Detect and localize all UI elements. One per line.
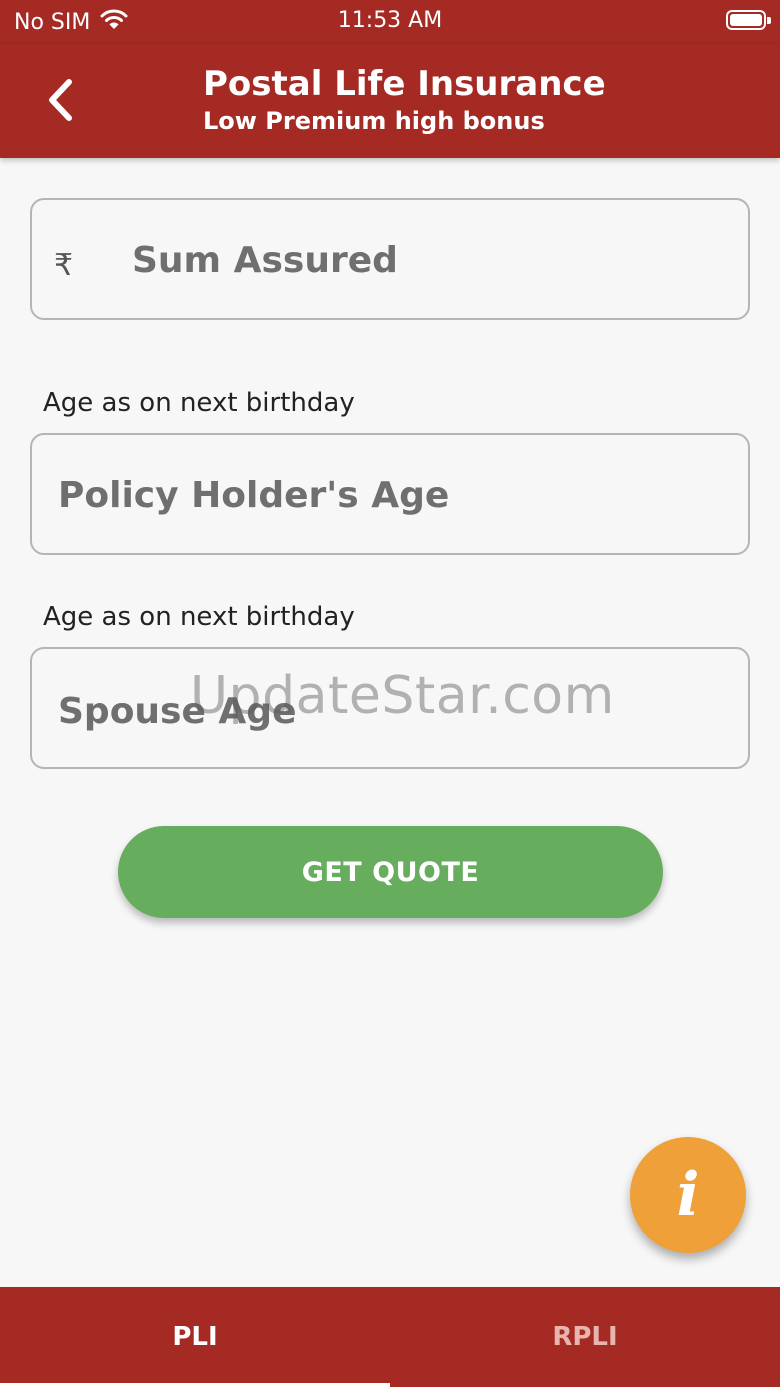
tab-rpli[interactable]: RPLI [390, 1287, 780, 1387]
tab-pli[interactable]: PLI [0, 1287, 390, 1387]
tab-indicator [0, 1383, 390, 1387]
info-button[interactable]: i [630, 1137, 746, 1253]
holder-age-input[interactable] [56, 435, 730, 555]
app-bar: Postal Life Insurance Low Premium high b… [0, 44, 780, 158]
sum-assured-input[interactable] [130, 200, 734, 320]
chevron-left-icon [49, 79, 72, 121]
status-bar: No SIM 11:53 AM [0, 0, 780, 44]
rupee-icon: ₹ [54, 248, 74, 283]
battery-icon [726, 10, 771, 30]
get-quote-button[interactable]: GET QUOTE [118, 826, 663, 918]
page-title: Postal Life Insurance [203, 64, 606, 104]
holder-age-field[interactable] [30, 433, 750, 555]
tab-rpli-label: RPLI [552, 1322, 618, 1352]
back-button[interactable] [36, 72, 84, 128]
spouse-age-field[interactable] [30, 647, 750, 771]
status-time: 11:53 AM [337, 8, 443, 33]
sum-assured-field[interactable]: ₹ [30, 198, 750, 320]
spouse-age-label: Age as on next birthday [43, 602, 355, 632]
page-subtitle: Low Premium high bonus [203, 107, 545, 135]
bottom-nav: PLI RPLI [0, 1287, 780, 1387]
holder-age-label: Age as on next birthday [43, 388, 355, 418]
tab-pli-label: PLI [172, 1322, 218, 1352]
info-icon: i [676, 1160, 700, 1230]
spouse-age-input[interactable] [56, 651, 730, 771]
title-block: Postal Life Insurance Low Premium high b… [203, 64, 606, 136]
